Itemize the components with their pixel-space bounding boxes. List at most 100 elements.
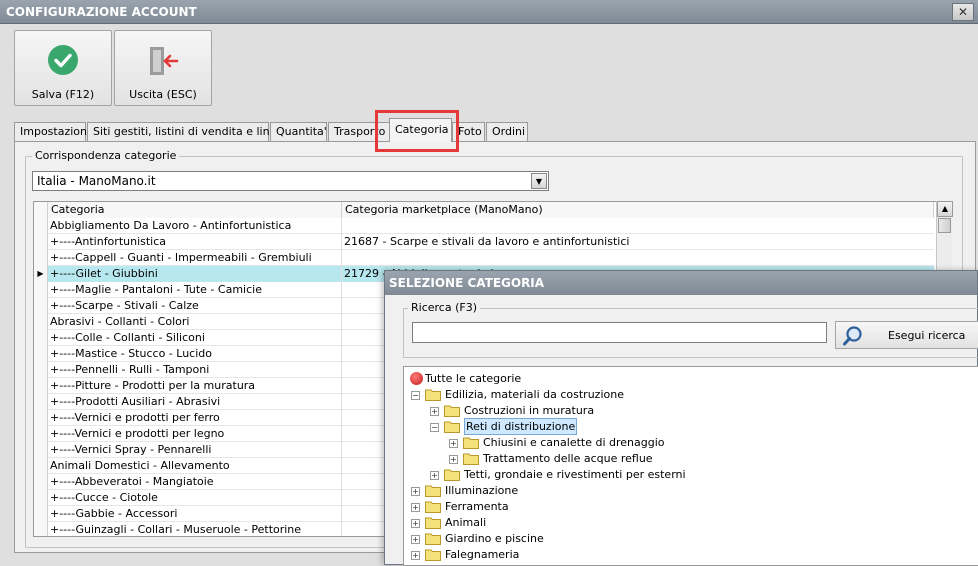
save-button-label: Salva (F12) [31,88,95,101]
category-cell[interactable]: +----Abbeveratoi - Mangiatoie [48,474,342,490]
row-indicator [34,394,48,410]
tab-siti-gestiti[interactable]: Siti gestiti, listini di vendita e lingu… [87,122,290,142]
checkmark-icon [48,45,78,75]
window-title: CONFIGURAZIONE ACCOUNT [6,5,197,19]
exit-door-icon [147,45,181,77]
dialog-titlebar: SELEZIONE CATEGORIA [385,271,977,295]
marketplace-cell[interactable]: 21687 - Scarpe e stivali da lavoro e ant… [342,234,934,250]
folder-icon [425,484,441,497]
category-cell[interactable]: +----Colle - Collanti - Siliconi [48,330,342,346]
scroll-thumb[interactable] [938,218,951,233]
category-cell[interactable]: +----Antinfortunistica [48,234,342,250]
tree-node-label[interactable]: Tutte le categorie [425,371,521,386]
exit-button-label: Uscita (ESC) [129,88,197,101]
tree-node-label[interactable]: Illuminazione [445,483,518,498]
header-indicator [34,202,48,218]
expand-icon[interactable]: + [411,519,420,528]
category-cell[interactable]: Abrasivi - Collanti - Colori [48,314,342,330]
row-indicator [34,474,48,490]
tree-node-label[interactable]: Tetti, grondaie e rivestimenti per ester… [464,467,686,482]
tab-label: Quantita' [276,125,327,138]
tree-node-label[interactable]: Edilizia, materiali da costruzione [445,387,624,402]
category-cell[interactable]: +----Gilet - Giubbini [48,266,342,282]
close-icon[interactable]: ✕ [952,3,974,21]
tree-node-label[interactable]: Falegnameria [445,547,519,562]
row-indicator [34,314,48,330]
expand-icon[interactable]: + [430,471,439,480]
row-indicator [34,442,48,458]
tree-node-label[interactable]: Reti di distribuzione [464,418,578,435]
category-cell[interactable]: +----Scarpe - Stivali - Calze [48,298,342,314]
tree-node-label[interactable]: Giardino e piscine [445,531,544,546]
category-tree: Tutte le categorie − Edilizia, materiali d… [403,366,978,566]
category-cell[interactable]: Animali Domestici - Allevamento [48,458,342,474]
category-cell[interactable]: +----Vernici e prodotti per ferro [48,410,342,426]
collapse-icon[interactable]: − [430,423,439,432]
folder-icon [425,500,441,513]
site-select-value: Italia - ManoMano.it [37,174,156,188]
tab-impostazioni[interactable]: Impostazioni [14,122,90,142]
tree-node-label[interactable]: Ferramenta [445,499,509,514]
category-cell[interactable]: +----Vernici Spray - Pennarelli [48,442,342,458]
grid-header: Categoria Categoria marketplace (ManoMan… [34,202,934,218]
marketplace-cell[interactable] [342,218,934,234]
tab-quantita[interactable]: Quantita' [270,122,327,142]
expand-icon[interactable]: + [430,407,439,416]
column-header-marketplace[interactable]: Categoria marketplace (ManoMano) [342,202,934,218]
category-cell[interactable]: +----Mastice - Stucco - Lucido [48,346,342,362]
tab-label: Impostazioni [20,125,91,138]
tree-node-label[interactable]: Costruzioni in muratura [464,403,594,418]
tree-node-label[interactable]: Animali [445,515,486,530]
category-cell[interactable]: +----Gabbie - Accessori [48,506,342,522]
category-cell[interactable]: +----Pennelli - Rulli - Tamponi [48,362,342,378]
dialog-title: SELEZIONE CATEGORIA [389,276,545,290]
scroll-up-icon[interactable]: ▲ [937,201,953,217]
expand-icon[interactable]: + [411,535,420,544]
category-cell[interactable]: +----Prodotti Ausiliari - Abrasivi [48,394,342,410]
tree-node-label[interactable]: Chiusini e canalette di drenaggio [483,435,665,450]
folder-icon [425,532,441,545]
row-indicator [34,410,48,426]
category-selection-dialog: SELEZIONE CATEGORIA Ricerca (F3) Esegui … [384,270,978,566]
category-cell[interactable]: +----Cucce - Ciotole [48,490,342,506]
site-select[interactable]: Italia - ManoMano.it ▼ [32,171,549,191]
tab-highlight-annotation [375,110,459,152]
folder-icon [425,548,441,561]
mapping-group-label: Corrispondenza categorie [32,149,180,162]
tab-ordini[interactable]: Ordini [486,122,528,142]
table-row[interactable]: Abbigliamento Da Lavoro - Antinfortunist… [34,218,934,234]
row-indicator [34,298,48,314]
expand-icon[interactable]: + [449,455,458,464]
row-indicator [34,234,48,250]
category-cell[interactable]: Abbigliamento Da Lavoro - Antinfortunist… [48,218,342,234]
expand-icon[interactable]: + [449,439,458,448]
search-button-label: Esegui ricerca [888,329,966,342]
table-row[interactable]: +----Antinfortunistica 21687 - Scarpe e s… [34,234,934,250]
collapse-icon[interactable]: − [411,391,420,400]
row-indicator [34,218,48,234]
expand-icon[interactable]: + [411,503,420,512]
category-cell[interactable]: +----Vernici e prodotti per legno [48,426,342,442]
row-indicator [34,330,48,346]
category-cell[interactable]: +----Cappell - Guanti - Impermeabili - G… [48,250,342,266]
category-cell[interactable]: +----Guinzagli - Collari - Museruole - P… [48,522,342,536]
category-cell[interactable]: +----Maglie - Pantaloni - Tute - Camicie [48,282,342,298]
column-header-categoria[interactable]: Categoria [48,202,342,218]
row-indicator [34,522,48,536]
search-button[interactable]: Esegui ricerca [835,321,978,349]
strawberry-icon [410,372,423,385]
tree-node-label[interactable]: Trattamento delle acque reflue [483,451,653,466]
table-row[interactable]: +----Cappell - Guanti - Impermeabili - G… [34,250,934,266]
folder-icon [425,388,441,401]
save-button[interactable]: Salva (F12) [14,30,112,106]
folder-icon [463,436,479,449]
chevron-down-icon[interactable]: ▼ [531,173,547,189]
marketplace-cell[interactable] [342,250,934,266]
search-input[interactable] [412,322,827,343]
row-indicator [34,362,48,378]
row-indicator [34,378,48,394]
expand-icon[interactable]: + [411,487,420,496]
expand-icon[interactable]: + [411,551,420,560]
category-cell[interactable]: +----Pitture - Prodotti per la muratura [48,378,342,394]
exit-button[interactable]: Uscita (ESC) [114,30,212,106]
